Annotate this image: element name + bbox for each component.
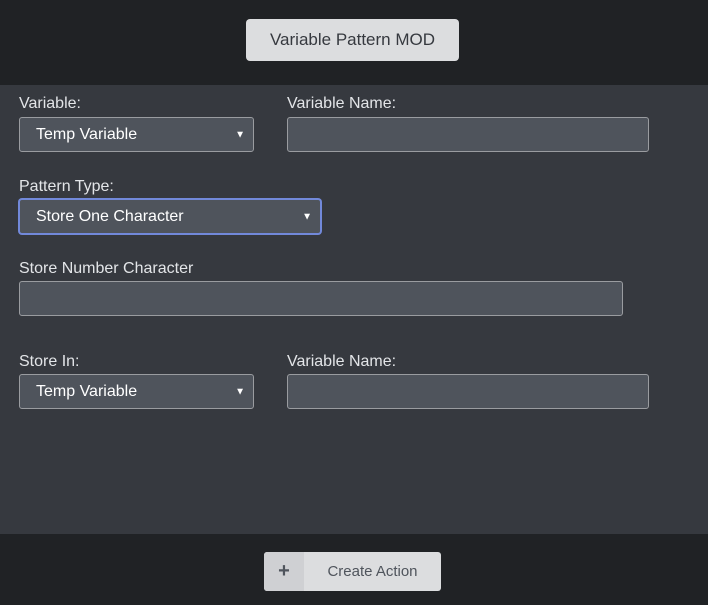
dropdown-arrow-icon: ▼ bbox=[235, 129, 245, 140]
store-in-select[interactable]: Temp Variable ▼ bbox=[19, 374, 254, 409]
store-in-variable-name-input[interactable] bbox=[287, 374, 649, 409]
footer-bar: + Create Action bbox=[0, 534, 708, 605]
variable-select[interactable]: Temp Variable ▼ bbox=[19, 117, 254, 152]
store-number-character-input[interactable] bbox=[19, 281, 623, 316]
dropdown-arrow-icon: ▼ bbox=[235, 386, 245, 397]
dropdown-arrow-icon: ▼ bbox=[302, 211, 312, 222]
pattern-type-label: Pattern Type: bbox=[19, 178, 114, 195]
variable-name-label: Variable Name: bbox=[287, 95, 397, 112]
variable-label: Variable: bbox=[19, 95, 81, 112]
store-in-select-value: Temp Variable bbox=[36, 382, 138, 400]
create-action-label: Create Action bbox=[327, 563, 418, 580]
variable-name-input[interactable] bbox=[287, 117, 649, 152]
store-in-label: Store In: bbox=[19, 353, 80, 370]
store-in-variable-name-label: Variable Name: bbox=[287, 353, 397, 370]
pattern-type-select-value: Store One Character bbox=[36, 207, 184, 225]
store-number-character-label: Store Number Character bbox=[19, 260, 194, 277]
header-bar: Variable Pattern MOD bbox=[0, 0, 708, 85]
pattern-type-select[interactable]: Store One Character ▼ bbox=[19, 199, 321, 234]
plus-icon: + bbox=[264, 552, 304, 591]
create-action-button[interactable]: + Create Action bbox=[264, 552, 441, 591]
title-button[interactable]: Variable Pattern MOD bbox=[246, 19, 459, 61]
variable-select-value: Temp Variable bbox=[36, 125, 138, 143]
